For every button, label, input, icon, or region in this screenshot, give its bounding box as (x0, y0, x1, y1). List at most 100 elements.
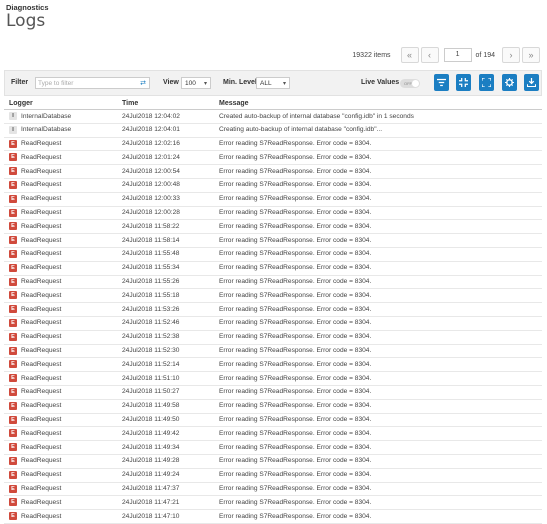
table-row[interactable]: E ReadRequest 24Jul2018 11:49:34 Error read… (4, 441, 542, 455)
logger-cell: ReadRequest (21, 347, 62, 355)
logger-cell: ReadRequest (21, 429, 62, 437)
expand-button[interactable] (479, 74, 494, 91)
time-cell: 24Jul2018 11:53:26 (122, 305, 180, 313)
filter-label: Filter (11, 79, 29, 86)
column-header-message[interactable]: Message (219, 100, 249, 107)
table-row[interactable]: E ReadRequest 24Jul2018 11:58:14 Error read… (4, 234, 542, 248)
table-row[interactable]: E ReadRequest 24Jul2018 11:49:42 Error read… (4, 427, 542, 442)
logger-cell: ReadRequest (21, 360, 62, 368)
message-cell: Error reading S7ReadResponse. Error code… (219, 278, 372, 286)
logger-cell: ReadRequest (21, 457, 62, 465)
logger-cell: ReadRequest (21, 278, 62, 286)
table-row[interactable]: E ReadRequest 24Jul2018 11:49:24 Error read… (4, 469, 542, 483)
table-row[interactable]: E ReadRequest 24Jul2018 11:49:50 Error read… (4, 414, 542, 428)
table-row[interactable]: E ReadRequest 24Jul2018 11:47:37 Error read… (4, 483, 542, 497)
min-level-select[interactable]: ALL ▾ (256, 77, 290, 89)
message-cell: Error reading S7ReadResponse. Error code… (219, 222, 372, 230)
level-badge: E (9, 277, 17, 286)
log-table: Logger Time Message I InternalDatabase 24J… (4, 99, 542, 524)
logger-cell: ReadRequest (21, 291, 62, 299)
column-header-logger[interactable]: Logger (9, 100, 33, 107)
logger-cell: ReadRequest (21, 167, 62, 175)
filter-button[interactable] (434, 74, 449, 91)
time-cell: 24Jul2018 11:50:27 (122, 388, 180, 396)
time-cell: 24Jul2018 11:47:37 (122, 485, 180, 493)
table-row[interactable]: E ReadRequest 24Jul2018 12:01:24 Error read… (4, 151, 542, 166)
table-row[interactable]: I InternalDatabase 24Jul2018 12:04:02 Creat… (4, 110, 542, 124)
table-row[interactable]: E ReadRequest 24Jul2018 11:53:26 Error read… (4, 303, 542, 317)
download-icon (527, 78, 536, 87)
table-row[interactable]: E ReadRequest 24Jul2018 11:50:27 Error read… (4, 386, 542, 400)
table-row[interactable]: E ReadRequest 24Jul2018 11:47:10 Error read… (4, 510, 542, 524)
page-number-input[interactable]: 1 (443, 48, 472, 62)
logger-cell: ReadRequest (21, 305, 62, 313)
message-cell: Error reading S7ReadResponse. Error code… (219, 402, 372, 410)
last-page-button[interactable]: » (522, 47, 540, 63)
level-badge: E (9, 512, 17, 521)
collapse-button[interactable] (456, 74, 471, 91)
level-badge: E (9, 415, 17, 424)
first-page-button[interactable]: « (400, 47, 419, 63)
live-values-toggle[interactable]: OFF (400, 79, 420, 88)
logger-cell: ReadRequest (21, 222, 62, 230)
table-row[interactable]: E ReadRequest 24Jul2018 12:00:28 Error read… (4, 207, 542, 221)
min-level-select-value: ALL (260, 80, 272, 87)
table-row[interactable]: E ReadRequest 24Jul2018 11:52:14 Error read… (4, 358, 542, 373)
logger-cell: ReadRequest (21, 333, 62, 341)
message-cell: Error reading S7ReadResponse. Error code… (219, 457, 372, 465)
time-cell: 24Jul2018 11:55:34 (122, 264, 180, 272)
table-row[interactable]: E ReadRequest 24Jul2018 11:58:22 Error read… (4, 220, 542, 235)
next-page-button[interactable]: › (502, 47, 520, 63)
table-row[interactable]: E ReadRequest 24Jul2018 11:55:18 Error read… (4, 289, 542, 304)
view-select[interactable]: 100 ▾ (181, 77, 211, 89)
level-badge: E (9, 374, 17, 383)
prev-page-button[interactable]: ‹ (420, 47, 439, 63)
message-cell: Error reading S7ReadResponse. Error code… (219, 250, 372, 258)
table-row[interactable]: I InternalDatabase 24Jul2018 12:04:01 Creat… (4, 124, 542, 138)
logger-cell: InternalDatabase (21, 126, 72, 134)
level-badge: E (9, 167, 17, 176)
level-badge: E (9, 153, 17, 162)
message-cell: Error reading S7ReadResponse. Error code… (219, 333, 372, 341)
table-row[interactable]: E ReadRequest 24Jul2018 11:55:48 Error read… (4, 248, 542, 262)
table-row[interactable]: E ReadRequest 24Jul2018 11:47:21 Error read… (4, 496, 542, 511)
level-badge: E (9, 443, 17, 452)
time-cell: 24Jul2018 11:52:14 (122, 360, 180, 368)
time-cell: 24Jul2018 11:49:34 (122, 443, 180, 451)
table-row[interactable]: E ReadRequest 24Jul2018 11:55:34 Error read… (4, 262, 542, 276)
time-cell: 24Jul2018 12:00:54 (122, 167, 180, 175)
level-badge: I (9, 112, 17, 120)
table-row[interactable]: E ReadRequest 24Jul2018 11:49:28 Error read… (4, 455, 542, 469)
table-row[interactable]: E ReadRequest 24Jul2018 11:49:58 Error read… (4, 400, 542, 414)
table-row[interactable]: E ReadRequest 24Jul2018 11:51:10 Error read… (4, 372, 542, 386)
logger-cell: ReadRequest (21, 250, 62, 258)
table-row[interactable]: E ReadRequest 24Jul2018 12:00:54 Error read… (4, 165, 542, 179)
table-row[interactable]: E ReadRequest 24Jul2018 12:00:48 Error read… (4, 179, 542, 193)
table-row[interactable]: E ReadRequest 24Jul2018 11:55:26 Error read… (4, 276, 542, 290)
download-button[interactable] (524, 74, 539, 91)
level-badge: E (9, 208, 17, 217)
logger-cell: ReadRequest (21, 416, 62, 424)
level-badge: E (9, 429, 17, 438)
level-badge: E (9, 222, 17, 231)
message-cell: Error reading S7ReadResponse. Error code… (219, 236, 372, 244)
time-cell: 24Jul2018 12:04:02 (122, 112, 180, 120)
filter-input[interactable]: Type to filter ⇄ (35, 77, 150, 89)
message-cell: Error reading S7ReadResponse. Error code… (219, 291, 372, 299)
filter-options-icon[interactable]: ⇄ (140, 78, 146, 90)
table-row[interactable]: E ReadRequest 24Jul2018 12:00:33 Error read… (4, 193, 542, 207)
log-toolbar: Filter Type to filter ⇄ View 100 ▾ Min. … (4, 70, 542, 96)
level-badge: E (9, 387, 17, 396)
table-row[interactable]: E ReadRequest 24Jul2018 11:52:30 Error read… (4, 345, 542, 359)
settings-button[interactable] (502, 74, 517, 91)
time-cell: 24Jul2018 11:49:42 (122, 429, 180, 437)
message-cell: Error reading S7ReadResponse. Error code… (219, 512, 372, 520)
logger-cell: ReadRequest (21, 485, 62, 493)
table-row[interactable]: E ReadRequest 24Jul2018 11:52:46 Error read… (4, 317, 542, 331)
table-row[interactable]: E ReadRequest 24Jul2018 11:52:38 Error read… (4, 331, 542, 345)
table-row[interactable]: E ReadRequest 24Jul2018 12:02:16 Error read… (4, 138, 542, 152)
time-cell: 24Jul2018 12:00:28 (122, 209, 180, 217)
column-header-time[interactable]: Time (122, 100, 138, 107)
logger-cell: ReadRequest (21, 140, 62, 148)
toggle-off-text: OFF (404, 81, 412, 86)
